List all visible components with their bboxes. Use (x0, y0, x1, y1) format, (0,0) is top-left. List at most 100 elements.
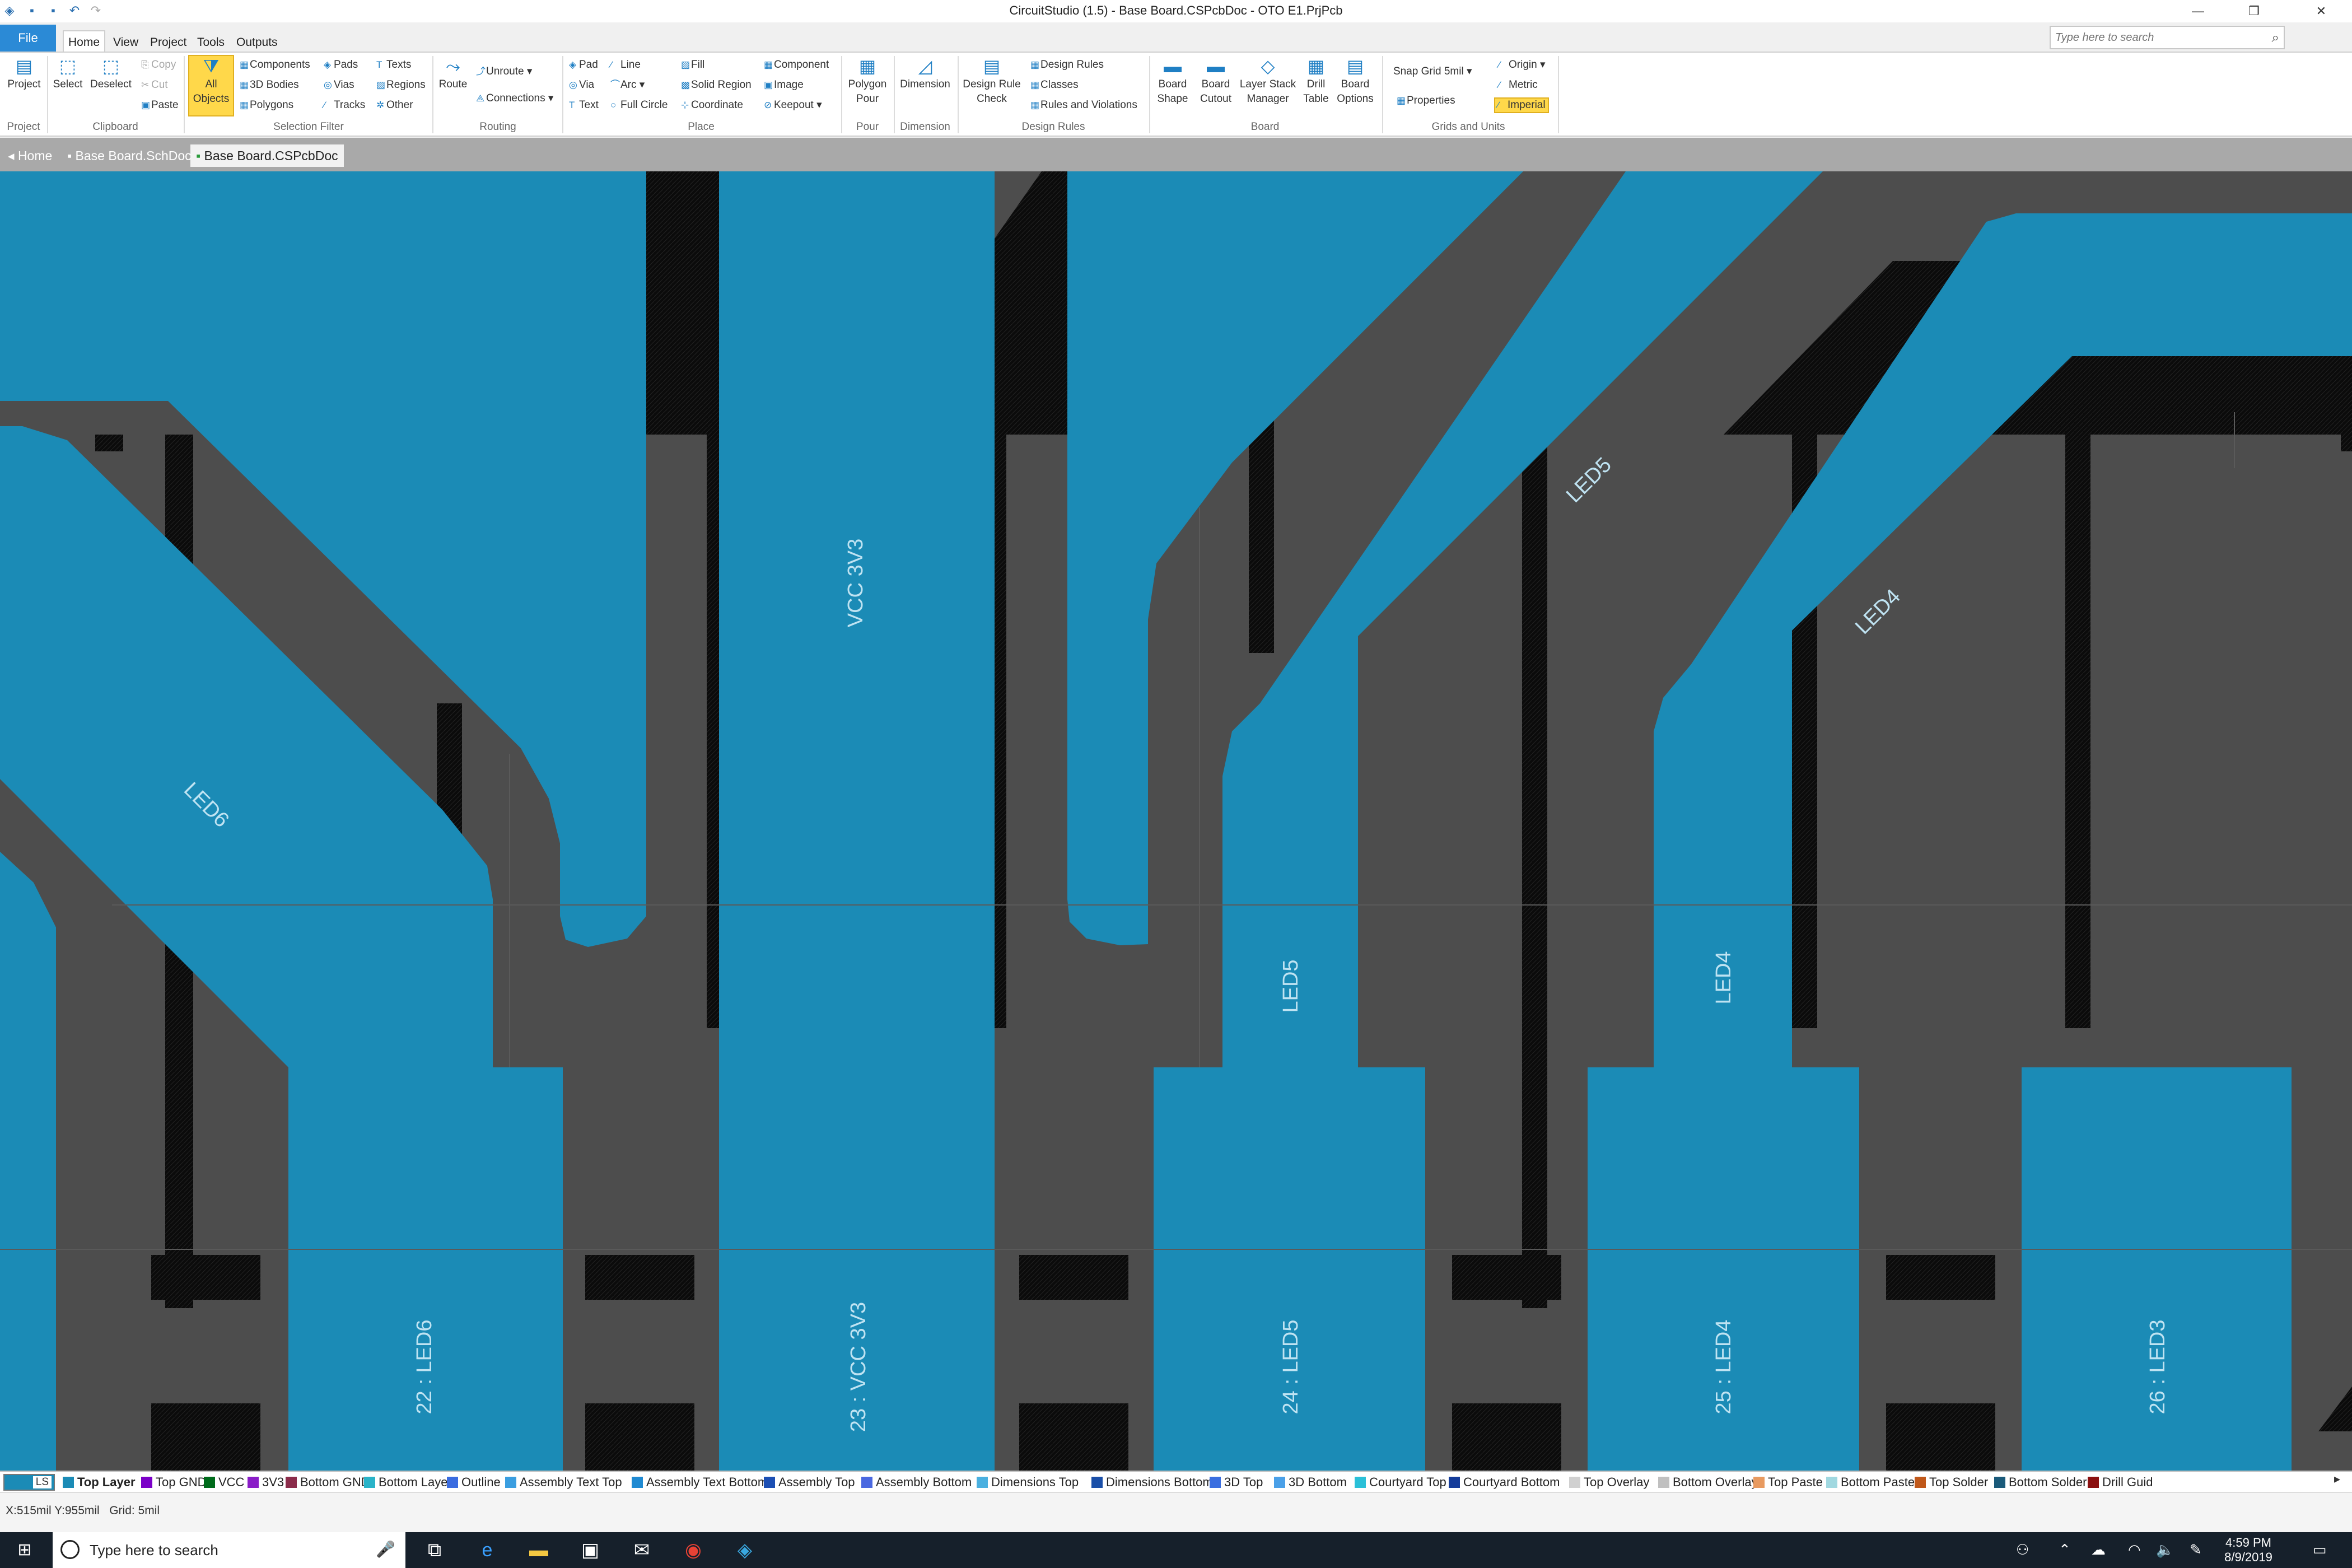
layer-tab-top-gnd[interactable]: Top GND (141, 1474, 206, 1491)
mail-icon[interactable]: ✉ (631, 1539, 653, 1561)
layer-tab-bottom-overlay[interactable]: Bottom Overlay (1658, 1474, 1758, 1491)
place-component[interactable]: ▦ Component (764, 58, 829, 72)
doc-tab-schdoc[interactable]: ▪ Base Board.SchDoc (62, 144, 197, 167)
filter-components[interactable]: ▦ Components (240, 58, 310, 72)
layer-tab-courtyard-bottom[interactable]: Courtyard Bottom (1449, 1474, 1560, 1491)
show-hidden-icons[interactable]: ⌃ (2059, 1541, 2071, 1558)
task-view-icon[interactable]: ⧉ (423, 1539, 446, 1561)
layer-tab-bottom-gnd[interactable]: Bottom GND (286, 1474, 370, 1491)
layer-tab-top-solder[interactable]: Top Solder (1915, 1474, 1988, 1491)
layer-tab-3d-bottom[interactable]: 3D Bottom (1274, 1474, 1347, 1491)
filter-texts[interactable]: T Texts (376, 58, 411, 72)
pcb-drawing[interactable]: LED6 VCC 3V3 LED5 LED4 LED5 LED4 22 : LE… (0, 171, 2352, 1471)
place-keepout[interactable]: ⊘ Keepout ▾ (764, 99, 822, 112)
layer-tab-dimensions-bottom[interactable]: Dimensions Bottom (1091, 1474, 1213, 1491)
dimension-button[interactable]: ◿ Dimension (896, 56, 954, 92)
design-rule-check-button[interactable]: ▤ Design Rule Check (960, 56, 1024, 106)
layer-tab-3d-top[interactable]: 3D Top (1210, 1474, 1263, 1491)
place-via[interactable]: ◎ Via (569, 78, 594, 92)
grid-properties-button[interactable]: ▦ Properties (1397, 94, 1455, 108)
store-icon[interactable]: ▣ (579, 1539, 601, 1561)
snap-grid-dropdown[interactable]: Snap Grid 5mil ▾ (1393, 65, 1472, 78)
onedrive-icon[interactable]: ☁ (2091, 1541, 2106, 1558)
tab-outputs[interactable]: Outputs (232, 32, 282, 53)
rules-violations-button[interactable]: ▦ Rules and Violations (1030, 99, 1137, 112)
wifi-icon[interactable]: ◠ (2128, 1541, 2141, 1558)
taskbar-clock[interactable]: 4:59 PM 8/9/2019 (2218, 1536, 2279, 1565)
polygon-pour-button[interactable]: ▦ Polygon Pour (844, 56, 890, 106)
volume-icon[interactable]: 🔈 (2156, 1541, 2174, 1558)
place-arc[interactable]: ⌒Arc ▾ (610, 78, 645, 92)
pcb-canvas[interactable]: LED6 VCC 3V3 LED5 LED4 LED5 LED4 22 : LE… (0, 171, 2352, 1471)
layer-tab-assembly-top[interactable]: Assembly Top (764, 1474, 855, 1491)
classes-button[interactable]: ▦ Classes (1030, 78, 1079, 92)
close-button[interactable]: ✕ (2296, 0, 2346, 22)
tab-view[interactable]: View (109, 32, 143, 53)
route-button[interactable]: ⤳ Route (436, 56, 470, 92)
imperial-button[interactable]: ⁄ Imperial (1494, 97, 1549, 113)
layer-tab-assembly-text-top[interactable]: Assembly Text Top (505, 1474, 622, 1491)
file-explorer-icon[interactable]: ▬ (528, 1539, 550, 1561)
place-solid-region[interactable]: ▩ Solid Region (681, 78, 752, 92)
windows-start-icon[interactable]: ⊞ (13, 1539, 36, 1561)
layer-tab-courtyard-top[interactable]: Courtyard Top (1355, 1474, 1446, 1491)
filter-vias[interactable]: ◎ Vias (324, 78, 354, 92)
all-objects-button[interactable]: ⧩ All Objects (188, 55, 234, 116)
layer-tab-top-layer[interactable]: Top Layer (63, 1474, 136, 1491)
filter-regions[interactable]: ▨ Regions (376, 78, 426, 92)
doc-tab-home[interactable]: ◂ Home (2, 144, 58, 167)
filter-other[interactable]: ✲ Other (376, 99, 413, 112)
microphone-icon[interactable]: 🎤 (376, 1540, 395, 1558)
cut-button[interactable]: ✂ Cut (141, 78, 168, 92)
filter-polygons[interactable]: ▦ Polygons (240, 99, 293, 112)
copy-button[interactable]: ⎘ Copy (141, 58, 176, 72)
place-fill[interactable]: ▨ Fill (681, 58, 704, 72)
layer-tab-assembly-bottom[interactable]: Assembly Bottom (861, 1474, 972, 1491)
layer-tab-bottom-layer[interactable]: Bottom Layer (364, 1474, 452, 1491)
deselect-button[interactable]: ⬚ Deselect (87, 56, 134, 92)
place-coordinate[interactable]: ⊹ Coordinate (681, 99, 743, 112)
filter-tracks[interactable]: ⁄ Tracks (324, 99, 365, 112)
doc-tab-pcbdoc[interactable]: ▪ Base Board.CSPcbDoc (190, 144, 344, 167)
place-text[interactable]: T Text (569, 99, 599, 112)
board-shape-button[interactable]: ▬ Board Shape (1151, 56, 1194, 106)
metric-button[interactable]: ⁄ Metric (1499, 78, 1538, 92)
layer-tab-outline[interactable]: Outline (447, 1474, 501, 1491)
layer-set-button[interactable]: LS (3, 1474, 55, 1491)
layer-tab-vcc[interactable]: VCC (204, 1474, 244, 1491)
search-box[interactable]: ⌕ (2050, 26, 2285, 49)
drill-table-button[interactable]: ▦ Drill Table (1299, 56, 1333, 106)
connections-button[interactable]: ⟁ Connections ▾ (476, 92, 553, 105)
filter-3d-bodies[interactable]: ▦ 3D Bodies (240, 78, 299, 92)
project-button[interactable]: ▤ Project (4, 56, 44, 92)
filter-pads[interactable]: ◈ Pads (324, 58, 358, 72)
design-rules-button[interactable]: ▦ Design Rules (1030, 58, 1104, 72)
chrome-icon[interactable]: ◉ (682, 1539, 704, 1561)
paste-button[interactable]: ▣ Paste (141, 99, 179, 112)
pen-icon[interactable]: ✎ (2190, 1541, 2202, 1558)
place-image[interactable]: ▣ Image (764, 78, 804, 92)
layer-tab-top-paste[interactable]: Top Paste (1753, 1474, 1823, 1491)
search-input[interactable] (2055, 27, 2257, 48)
tab-project[interactable]: Project (146, 32, 191, 53)
place-pad[interactable]: ◈ Pad (569, 58, 598, 72)
restore-button[interactable]: ❐ (2229, 0, 2279, 22)
people-icon[interactable]: ⚇ (2016, 1541, 2029, 1558)
board-cutout-button[interactable]: ▬ Board Cutout (1195, 56, 1236, 106)
layer-tab-drill-guid[interactable]: Drill Guid (2088, 1474, 2153, 1491)
action-center-icon[interactable]: ▭ (2313, 1541, 2327, 1558)
unroute-button[interactable]: ⤴Unroute ▾ (476, 65, 532, 78)
layer-tab-bottom-paste[interactable]: Bottom Paste (1826, 1474, 1915, 1491)
layer-stack-manager-button[interactable]: ◇ Layer Stack Manager (1238, 56, 1298, 106)
minimize-button[interactable]: — (2173, 0, 2223, 22)
tab-tools[interactable]: Tools (193, 32, 229, 53)
place-full-circle[interactable]: ○ Full Circle (610, 99, 668, 112)
edge-icon[interactable]: e (476, 1539, 498, 1561)
board-options-button[interactable]: ▤ Board Options (1334, 56, 1376, 106)
origin-button[interactable]: ⁄ Origin ▾ (1499, 58, 1546, 72)
place-line[interactable]: ⁄ Line (610, 58, 641, 72)
layer-tab-top-overlay[interactable]: Top Overlay (1569, 1474, 1649, 1491)
layer-tab-assembly-text-bottom[interactable]: Assembly Text Bottom (632, 1474, 768, 1491)
layer-tab-3v3[interactable]: 3V3 (248, 1474, 284, 1491)
layer-tab-bottom-solder[interactable]: Bottom Solder (1994, 1474, 2087, 1491)
